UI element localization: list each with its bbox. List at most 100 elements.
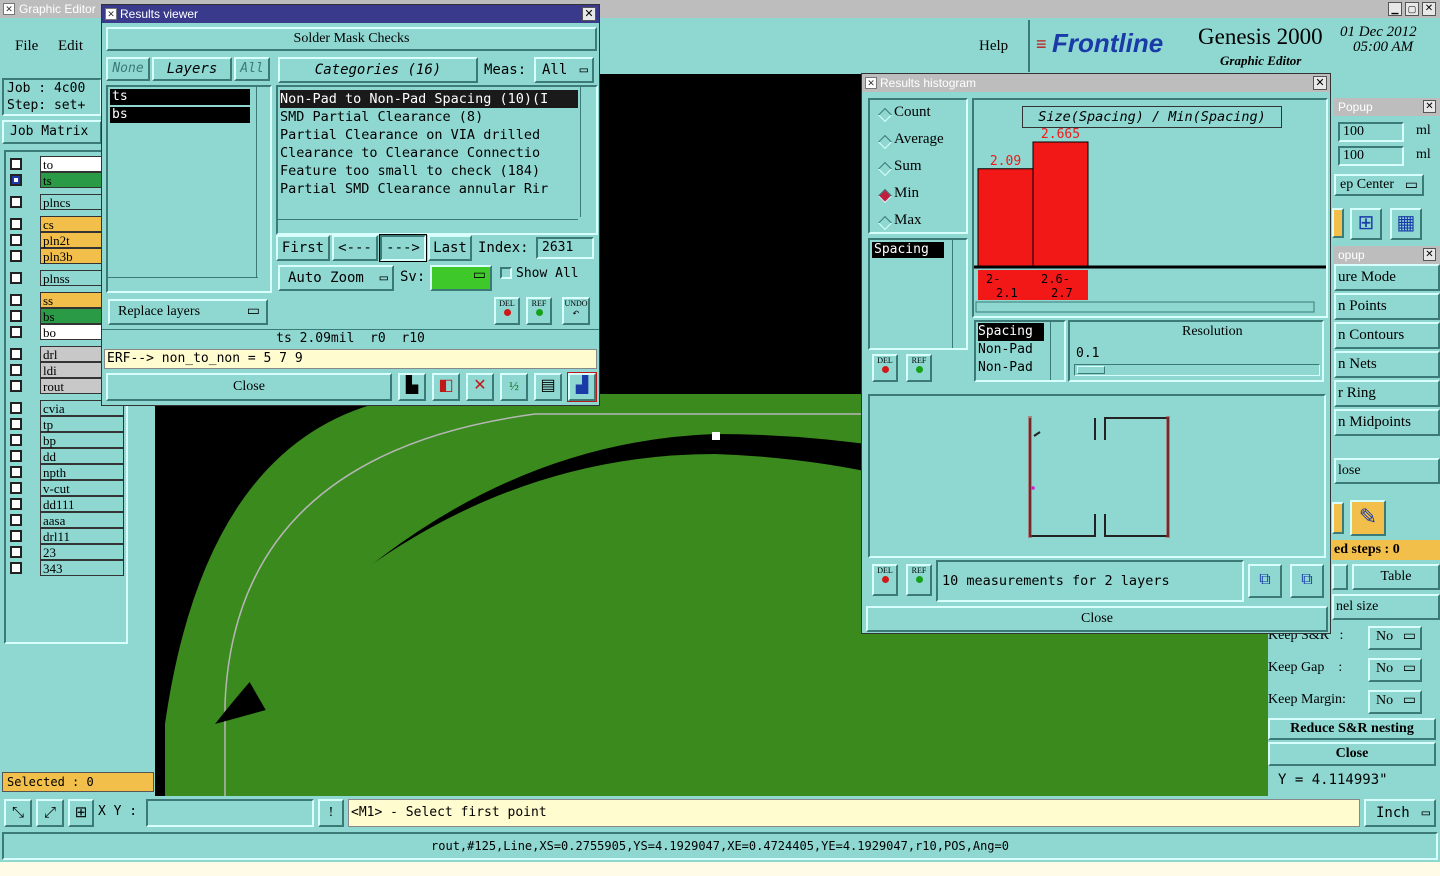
layer-checkbox[interactable]	[10, 272, 22, 284]
layer-name[interactable]: aasa	[40, 512, 124, 528]
layer-name[interactable]: v-cut	[40, 480, 124, 496]
category-item[interactable]: Partial SMD Clearance annular Rir	[280, 180, 578, 198]
close-button-1[interactable]: lose	[1334, 458, 1440, 484]
histogram-bar[interactable]	[1032, 141, 1089, 267]
layer-list-scrollbar[interactable]	[256, 87, 270, 277]
layer-result-item[interactable]: bs	[110, 107, 250, 123]
replace-layers-button[interactable]: Replace layers ▭	[108, 299, 268, 325]
grid-large-icon[interactable]: ▦	[1390, 208, 1422, 240]
layer-checkbox[interactable]	[10, 326, 22, 338]
grid-icon[interactable]: ⊞	[68, 799, 94, 827]
layer-checkbox[interactable]	[10, 234, 22, 246]
mode-radio[interactable]	[877, 134, 893, 150]
keep-gap-select[interactable]: No ▭	[1368, 658, 1422, 682]
bang-button[interactable]: !	[318, 799, 344, 827]
mode-label[interactable]: Average	[894, 131, 944, 148]
zoom-fit-icon[interactable]: ⤡	[4, 799, 32, 827]
layer-row[interactable]: tp	[8, 416, 124, 432]
histogram-bar[interactable]	[977, 168, 1034, 267]
layer-checkbox[interactable]	[10, 380, 22, 392]
edit-icon[interactable]: ✎	[1350, 500, 1386, 536]
layer-row[interactable]: npth	[8, 464, 124, 480]
close-icon[interactable]: ✕	[1313, 76, 1327, 90]
menu-help[interactable]: Help	[979, 38, 1008, 55]
resolution-slider[interactable]	[1074, 364, 1320, 376]
layer-checkbox[interactable]	[10, 196, 22, 208]
categories-button[interactable]: Categories (16)	[278, 57, 478, 83]
close-icon[interactable]: ✕	[582, 7, 596, 21]
ref-cross-icon[interactable]: ✕	[466, 373, 494, 401]
zoom-next-icon[interactable]: ⧉	[1290, 564, 1324, 598]
minimize-icon[interactable]: ▁	[1388, 2, 1402, 16]
mode-radio[interactable]	[877, 188, 893, 204]
mode-label[interactable]: Sum	[894, 158, 922, 175]
step-list-button[interactable]	[1332, 564, 1348, 590]
layer-row[interactable]: dd111	[8, 496, 124, 512]
value-field-1[interactable]: 100	[1338, 122, 1404, 142]
ref-icon[interactable]: REF	[526, 297, 552, 325]
meas-select[interactable]: All ▭	[534, 57, 594, 83]
chart-icon-1[interactable]: ▙	[398, 373, 426, 401]
popup-item[interactable]: n Nets	[1334, 351, 1440, 378]
grid-small-icon[interactable]: ⊞	[1350, 208, 1382, 240]
histogram-icon[interactable]: ▟	[567, 372, 597, 402]
slider-thumb[interactable]	[1077, 366, 1105, 374]
popup-item[interactable]: ure Mode	[1334, 264, 1440, 291]
zoom-area-icon[interactable]: ⤢	[36, 799, 64, 827]
popup-item[interactable]: n Contours	[1334, 322, 1440, 349]
layers-button[interactable]: Layers	[152, 57, 232, 81]
layer-checkbox[interactable]	[10, 546, 22, 558]
mode-label[interactable]: Count	[894, 104, 931, 121]
layer-name[interactable]: bp	[40, 432, 124, 448]
type-list[interactable]: Spacing Non-Pad Non-Pad	[974, 320, 1066, 382]
popup-title-1[interactable]: Popup ✕	[1334, 98, 1440, 116]
layer-row[interactable]: aasa	[8, 512, 124, 528]
keep-sr-select[interactable]: No ▭	[1368, 626, 1422, 650]
layer-name[interactable]: dd	[40, 448, 124, 464]
hist-del-icon[interactable]: DEL	[872, 354, 898, 382]
preview-ref-icon[interactable]: REF	[906, 564, 932, 596]
mode-radio[interactable]	[877, 215, 893, 231]
show-all-checkbox[interactable]	[500, 267, 512, 279]
table-button[interactable]: Table	[1352, 564, 1440, 590]
layer-checkbox[interactable]	[10, 174, 22, 186]
popup-item[interactable]: n Midpoints	[1334, 409, 1440, 436]
shape-icon-2[interactable]	[1332, 502, 1344, 534]
results-viewer-titlebar[interactable]: ✕ Results viewer ✕	[102, 5, 599, 23]
reduce-sr-button[interactable]: Reduce S&R nesting	[1268, 718, 1436, 740]
layer-name[interactable]: npth	[40, 464, 124, 480]
mode-label[interactable]: Min	[894, 185, 919, 202]
layer-checkbox[interactable]	[10, 402, 22, 414]
first-button[interactable]: First	[276, 235, 330, 261]
layer-checkbox[interactable]	[10, 514, 22, 526]
layer-checkbox[interactable]	[10, 418, 22, 430]
layer-name[interactable]: 23	[40, 544, 124, 560]
type-scrollbar[interactable]	[1050, 322, 1064, 380]
prev-button[interactable]: <---	[332, 235, 378, 261]
popup-title-2[interactable]: opup ✕	[1334, 246, 1440, 264]
preview-del-icon[interactable]: DEL	[872, 564, 898, 596]
layer-checkbox[interactable]	[10, 158, 22, 170]
index-field[interactable]: 2631	[536, 237, 594, 259]
layer-checkbox[interactable]	[10, 364, 22, 376]
keep-margin-select[interactable]: No ▭	[1368, 690, 1422, 714]
undo-icon[interactable]: UNDO ↶	[562, 297, 590, 325]
layer-checkbox[interactable]	[10, 294, 22, 306]
sv-color-select[interactable]: ▭	[430, 265, 492, 291]
layer-checkbox[interactable]	[10, 562, 22, 574]
type-item[interactable]: Spacing	[978, 323, 1044, 341]
value-field-2[interactable]: 100	[1338, 146, 1404, 166]
layer-checkbox[interactable]	[10, 250, 22, 262]
param-item[interactable]: Spacing	[872, 242, 944, 258]
popup-item[interactable]: n Points	[1334, 293, 1440, 320]
layer-checkbox[interactable]	[10, 482, 22, 494]
layer-checkbox[interactable]	[10, 450, 22, 462]
popup-item[interactable]: r Ring	[1334, 380, 1440, 407]
maximize-icon[interactable]: ▢	[1405, 2, 1419, 16]
hist-ref-icon[interactable]: REF	[906, 354, 932, 382]
next-button[interactable]: --->	[379, 234, 427, 262]
chart-icon-2[interactable]: ◧	[432, 373, 460, 401]
categories-hscroll[interactable]	[278, 219, 578, 233]
report-icon[interactable]: ▤	[534, 373, 562, 401]
layer-name[interactable]: 343	[40, 560, 124, 576]
